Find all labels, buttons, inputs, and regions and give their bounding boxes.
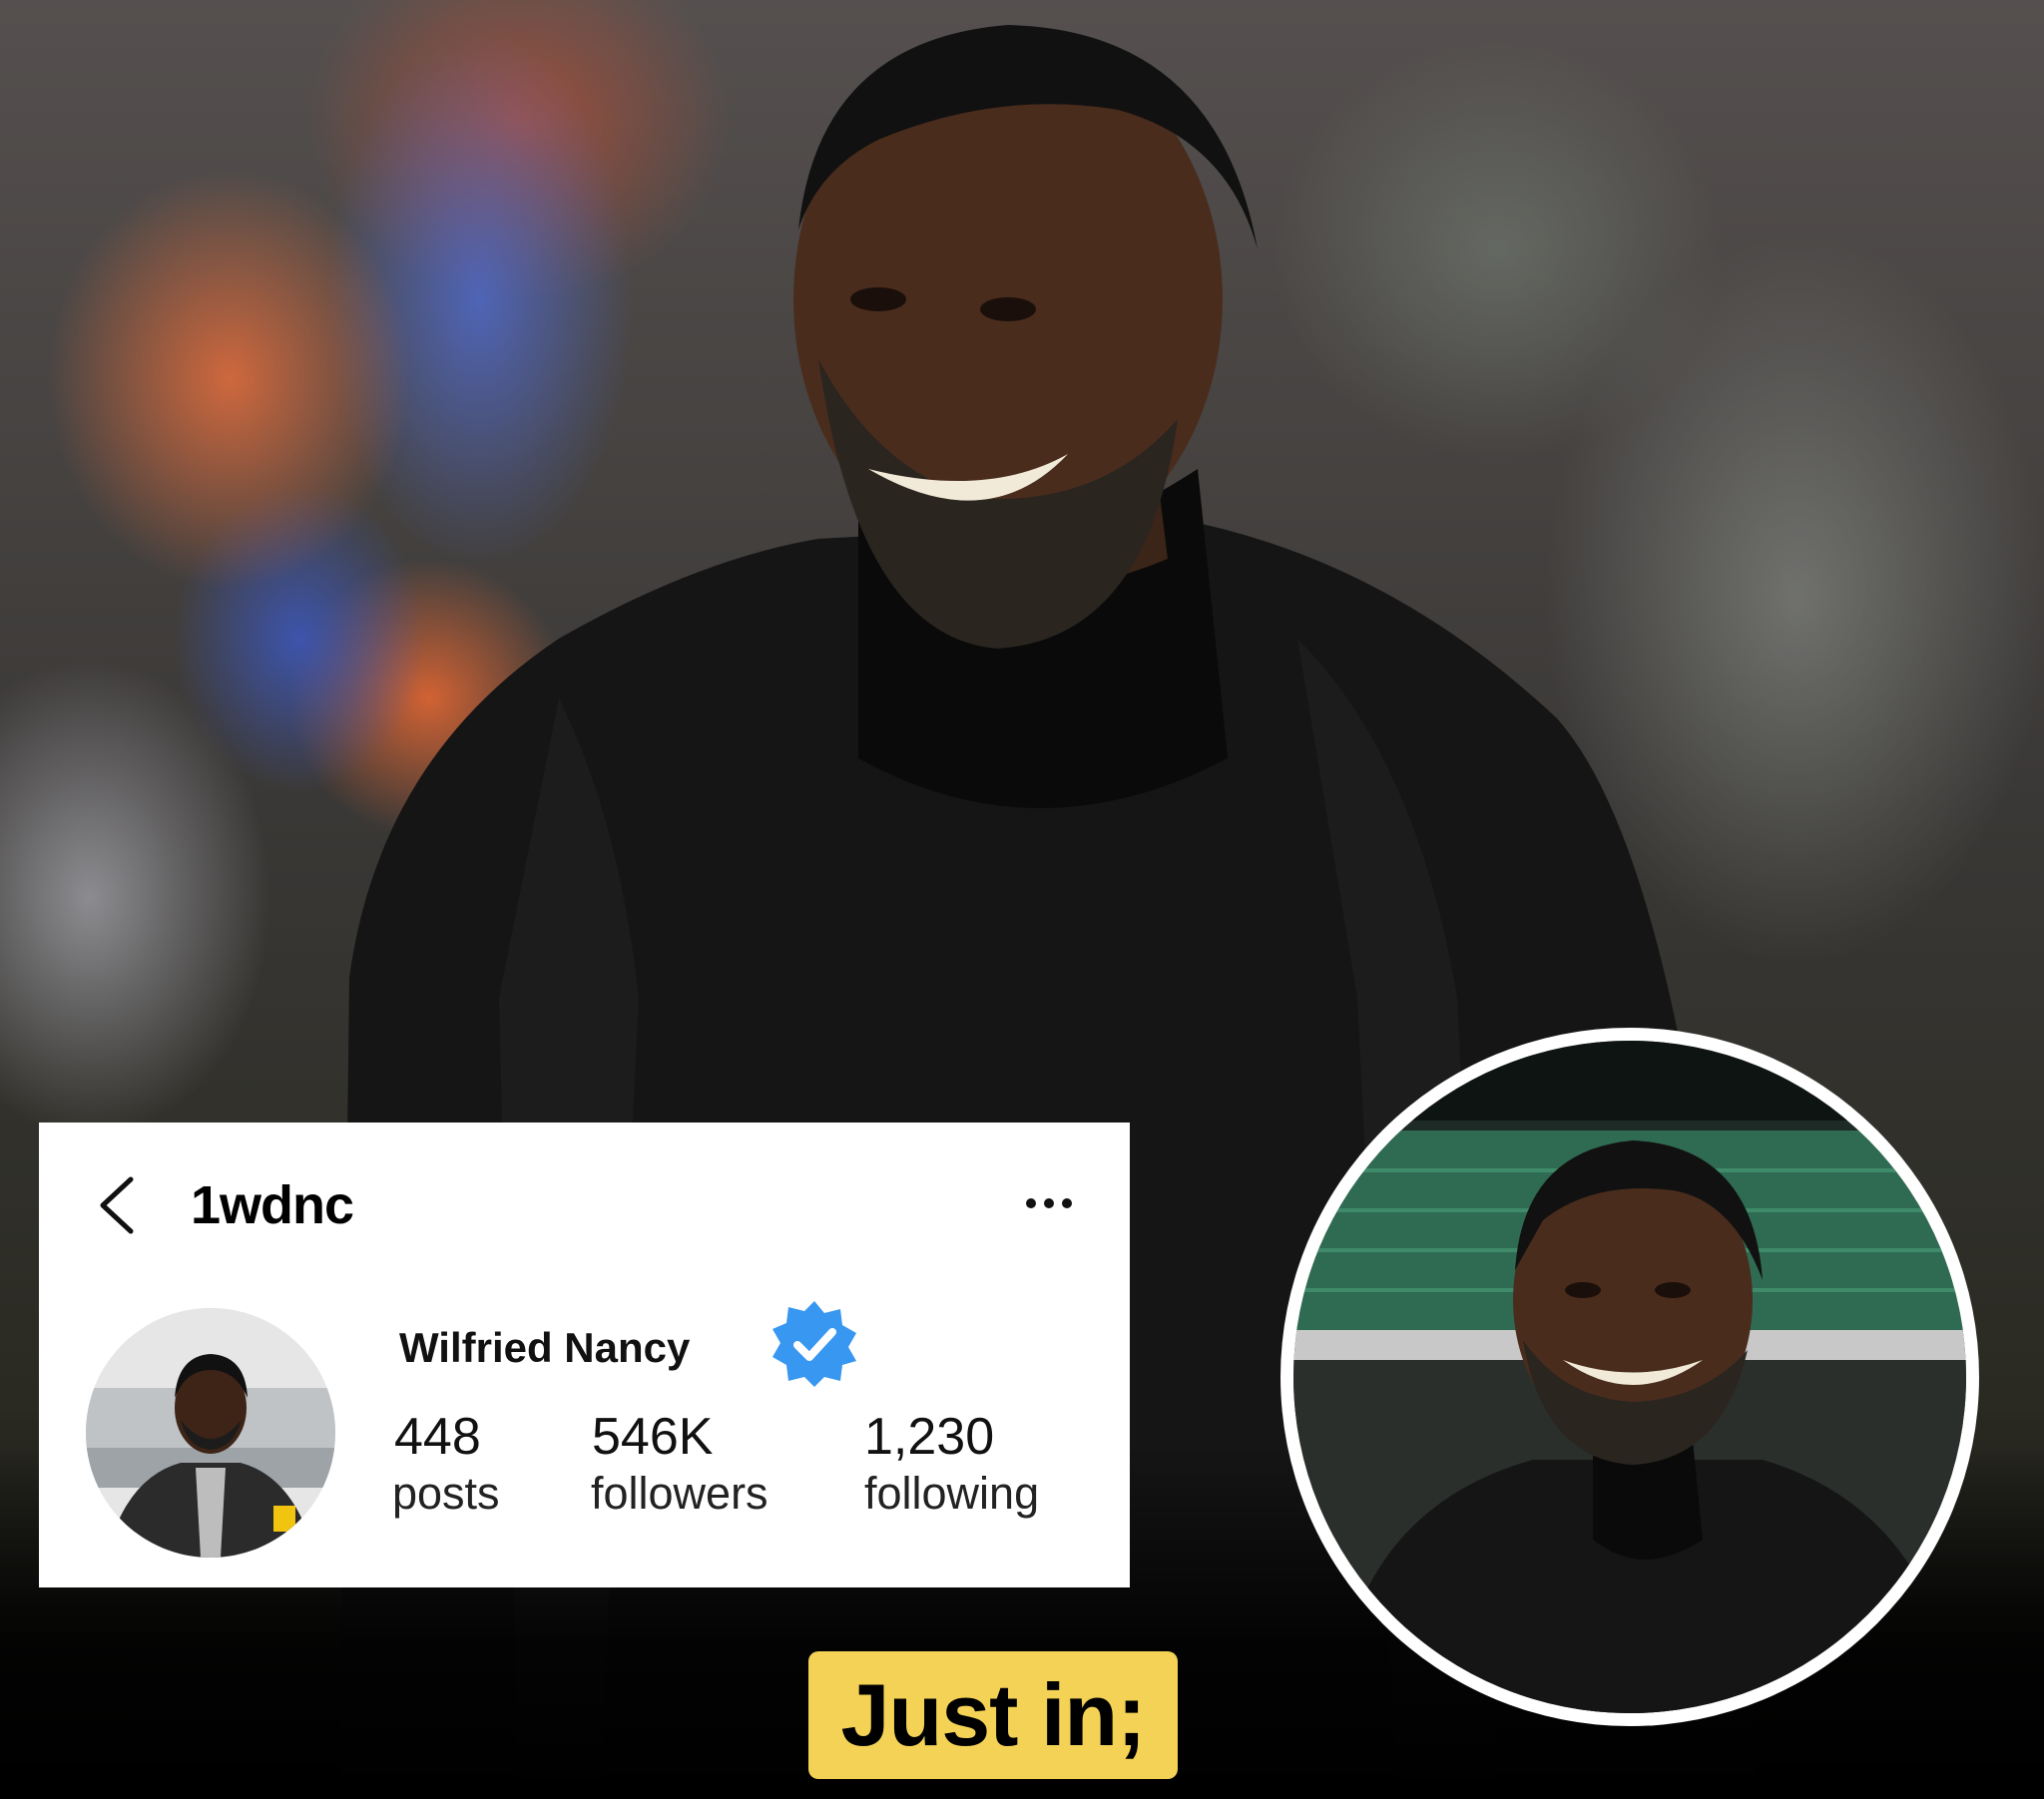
chevron-left-icon[interactable] [95, 1175, 139, 1235]
posts-count[interactable]: 448 [394, 1407, 481, 1467]
just-in-tag: Just in; [808, 1651, 1178, 1779]
avatar-photo [86, 1308, 335, 1558]
more-horizontal-icon[interactable] [1024, 1193, 1074, 1213]
posts-label[interactable]: posts [392, 1468, 500, 1520]
verified-badge-icon [772, 1301, 856, 1387]
following-count[interactable]: 1,230 [864, 1407, 994, 1467]
followers-label[interactable]: followers [591, 1468, 768, 1520]
followers-count[interactable]: 546K [592, 1407, 713, 1467]
just-in-text: Just in; [840, 1665, 1147, 1764]
profile-username: 1wdnc [191, 1175, 354, 1235]
avatar[interactable] [86, 1308, 335, 1558]
profile-display-name: Wilfried Nancy [399, 1324, 691, 1371]
inset-photo [1293, 1041, 1966, 1713]
following-label[interactable]: following [864, 1468, 1039, 1520]
